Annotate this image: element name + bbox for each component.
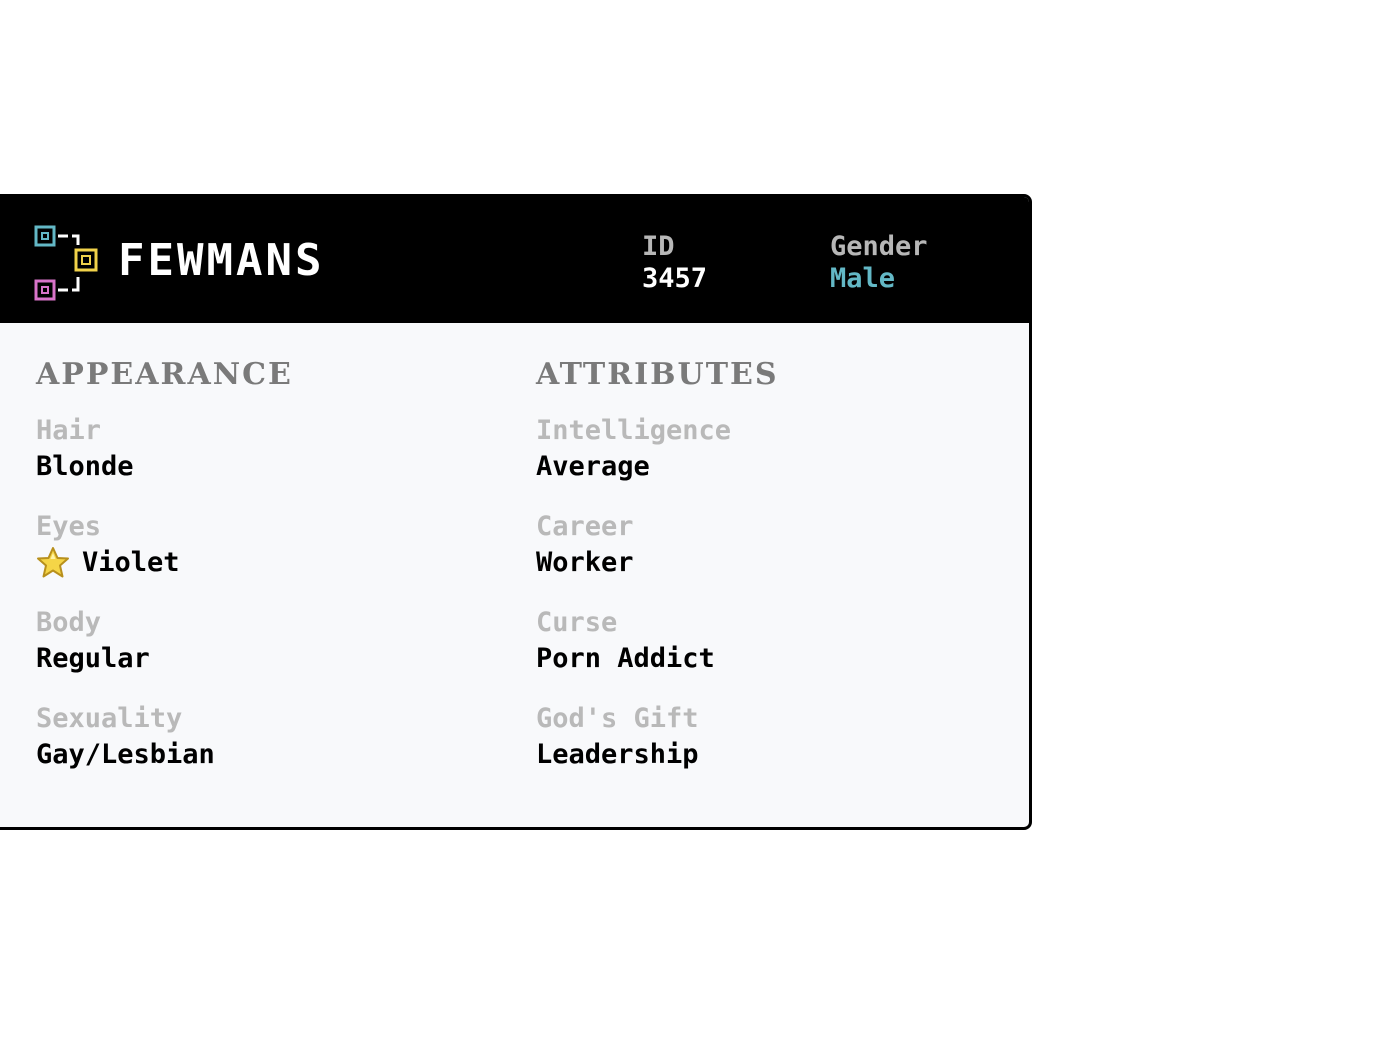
fewman-card: FEWMANS ID 3457 Gender Male APPEARANCE H… xyxy=(0,194,1032,830)
field-hair: Hair Blonde xyxy=(36,415,293,511)
field-value: Porn Addict xyxy=(536,643,715,674)
field-label: Curse xyxy=(536,607,618,638)
field-label: Body xyxy=(36,607,102,638)
brand-title: FEWMANS xyxy=(118,235,325,286)
id-label: ID xyxy=(642,231,675,262)
field-eyes: Eyes Violet xyxy=(36,511,293,607)
field-label: Intelligence xyxy=(536,415,732,446)
id-value: 3457 xyxy=(642,263,708,294)
field-body: Body Regular xyxy=(36,607,293,703)
gender-value: Male xyxy=(830,263,896,294)
field-value: Leadership xyxy=(536,739,699,770)
field-value: Blonde xyxy=(36,451,134,482)
fewmans-logo-icon xyxy=(34,225,98,301)
field-value: Gay/Lesbian xyxy=(36,739,215,770)
field-label: Sexuality xyxy=(36,703,183,734)
field-label: Eyes xyxy=(36,511,102,542)
gender-block: Gender Male xyxy=(830,231,928,295)
attributes-section: ATTRIBUTES Intelligence Average Career W… xyxy=(536,357,779,799)
field-label: Hair xyxy=(36,415,102,446)
field-curse: Curse Porn Addict xyxy=(536,607,779,703)
field-sexuality: Sexuality Gay/Lesbian xyxy=(36,703,293,799)
field-intelligence: Intelligence Average xyxy=(536,415,779,511)
field-value: Regular xyxy=(36,643,150,674)
field-value: Violet xyxy=(82,547,180,578)
field-label: God's Gift xyxy=(536,703,699,734)
field-career: Career Worker xyxy=(536,511,779,607)
card-header: FEWMANS ID 3457 Gender Male xyxy=(0,197,1029,323)
appearance-title: APPEARANCE xyxy=(36,357,293,392)
field-value: Average xyxy=(536,451,650,482)
field-label: Career xyxy=(536,511,634,542)
appearance-section: APPEARANCE Hair Blonde Eyes Violet Body … xyxy=(36,357,293,799)
field-gods-gift: God's Gift Leadership xyxy=(536,703,779,799)
star-icon xyxy=(37,547,69,578)
gender-label: Gender xyxy=(830,231,928,262)
id-block: ID 3457 xyxy=(642,231,707,295)
field-value: Worker xyxy=(536,547,634,578)
attributes-title: ATTRIBUTES xyxy=(536,357,779,392)
